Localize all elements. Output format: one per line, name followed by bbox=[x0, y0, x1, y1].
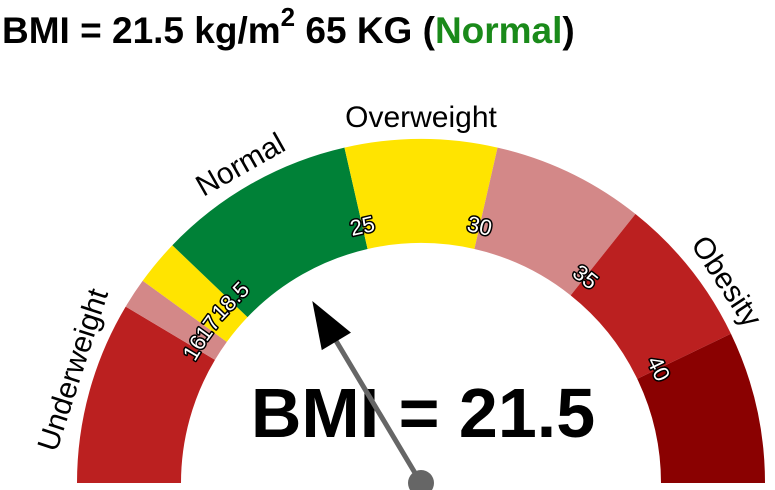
needle-arrowhead bbox=[312, 301, 351, 351]
category-label-overweight: Overweight bbox=[345, 101, 497, 134]
bmi-gauge: 161718.525 303540 UnderweightNormalOverwe… bbox=[32, 101, 768, 490]
needle-pivot bbox=[408, 470, 434, 490]
bmi-big-label: BMI = 21.5 bbox=[251, 374, 595, 452]
